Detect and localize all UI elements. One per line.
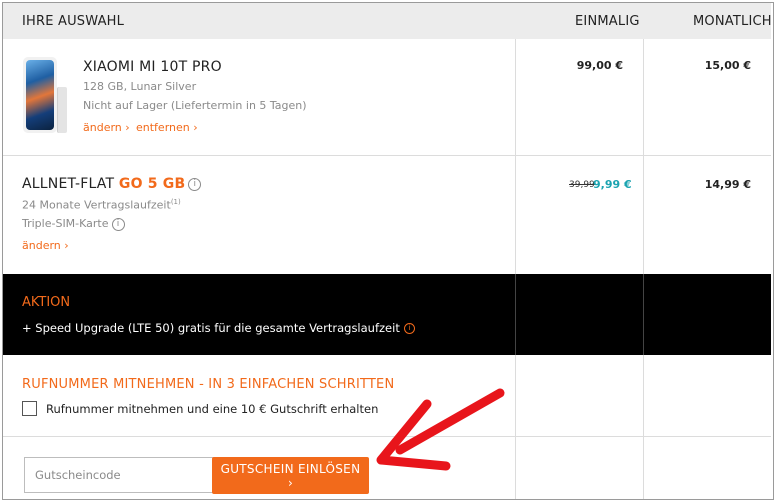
promo-banner: AKTION + Speed Upgrade (LTE 50) gratis f… xyxy=(3,274,771,355)
header-monthly: MONATLICH xyxy=(693,14,772,29)
tariff-contract-footnote: (1) xyxy=(170,198,181,206)
column-divider xyxy=(515,355,516,499)
column-divider xyxy=(643,274,644,355)
cart-summary: IHRE AUSWAHL EINMALIG MONATLICH XIAOMI M… xyxy=(2,2,774,500)
column-divider xyxy=(643,355,644,499)
tariff-name: ALLNET-FLAT GO 5 GB i xyxy=(22,176,202,192)
tariff-sim: Triple-SIM-Karte i xyxy=(22,217,125,231)
info-icon[interactable]: i xyxy=(403,323,415,334)
tariff-price-once: 9,99 € xyxy=(593,178,632,191)
table-header: IHRE AUSWAHL EINMALIG MONATLICH xyxy=(3,3,772,39)
tariff-name-prefix: ALLNET-FLAT xyxy=(22,176,119,192)
promo-text-line: + Speed Upgrade (LTE 50) gratis für die … xyxy=(22,321,415,335)
device-change-link[interactable]: ändern › xyxy=(83,121,130,134)
device-remove-label: entfernen xyxy=(136,121,190,134)
porting-checkbox-label[interactable]: Rufnummer mitnehmen und eine 10 € Gutsch… xyxy=(46,402,378,416)
info-icon[interactable]: i xyxy=(111,217,125,231)
device-spec: 128 GB, Lunar Silver xyxy=(83,80,197,93)
chevron-right-icon: › xyxy=(125,121,130,134)
device-price-monthly: 15,00 € xyxy=(704,59,751,72)
tariff-price-old: 39,99 xyxy=(569,180,595,190)
row-divider xyxy=(3,155,771,156)
promo-heading: AKTION xyxy=(22,295,71,310)
tariff-price-monthly: 14,99 € xyxy=(704,178,751,191)
phone-image xyxy=(23,57,67,133)
porting-heading: RUFNUMMER MITNEHMEN - IN 3 EINFACHEN SCH… xyxy=(22,377,395,392)
tariff-change-link[interactable]: ändern › xyxy=(22,239,69,252)
column-divider xyxy=(515,274,516,355)
tariff-contract-text: 24 Monate Vertragslaufzeit xyxy=(22,198,171,212)
device-change-label: ändern xyxy=(83,121,122,134)
chevron-right-icon: › xyxy=(193,121,198,134)
voucher-input[interactable] xyxy=(24,457,229,493)
header-once: EINMALIG xyxy=(575,14,640,29)
promo-text: + Speed Upgrade (LTE 50) gratis für die … xyxy=(22,321,400,335)
tariff-sim-text: Triple-SIM-Karte xyxy=(22,217,109,230)
porting-checkbox[interactable] xyxy=(22,401,37,416)
device-remove-link[interactable]: entfernen › xyxy=(136,121,198,134)
row-divider xyxy=(3,436,771,437)
header-selection: IHRE AUSWAHL xyxy=(22,14,125,29)
chevron-right-icon: › xyxy=(64,239,69,252)
tariff-name-highlight: GO 5 GB xyxy=(118,176,186,192)
info-icon[interactable]: i xyxy=(188,177,202,191)
device-price-once: 99,00 € xyxy=(576,59,623,72)
tariff-change-label: ändern xyxy=(22,239,61,252)
voucher-redeem-button[interactable]: GUTSCHEIN EINLÖSEN › xyxy=(212,457,369,494)
column-divider xyxy=(643,39,644,274)
column-divider xyxy=(515,39,516,274)
device-name: XIAOMI MI 10T PRO xyxy=(83,59,222,75)
device-availability: Nicht auf Lager (Liefertermin in 5 Tagen… xyxy=(83,99,307,112)
tariff-contract: 24 Monate Vertragslaufzeit(1) xyxy=(22,198,181,212)
